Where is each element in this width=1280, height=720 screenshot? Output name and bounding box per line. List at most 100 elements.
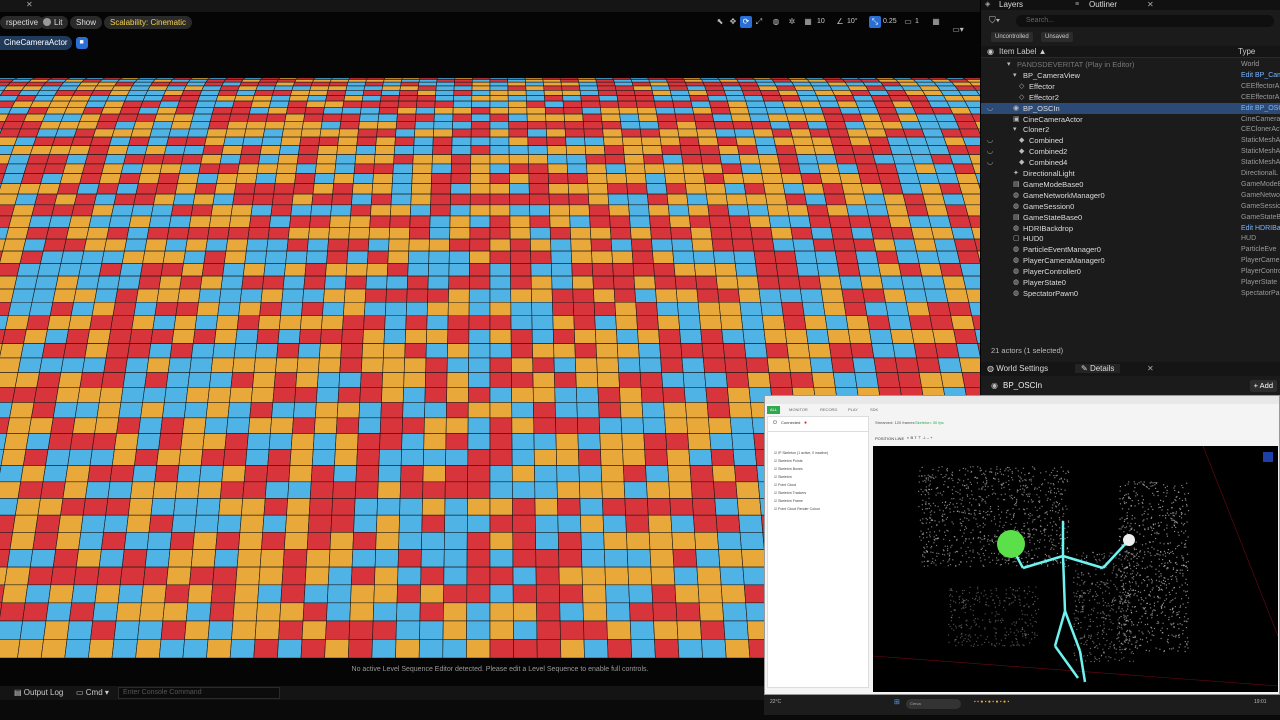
- row-type: SpectatorPa: [1241, 289, 1280, 297]
- world-icon[interactable]: ◍: [770, 16, 782, 28]
- translate-icon[interactable]: ✥: [727, 16, 739, 28]
- tab-world-settings[interactable]: ◍ World Settings: [987, 364, 1048, 373]
- outliner-row[interactable]: ◍ ParticleEventManager0 ParticleEve: [981, 244, 1280, 255]
- grid-snap-icon[interactable]: ▦: [802, 16, 814, 28]
- skeleton-list-item[interactable]: ☑ IP Skeleton (1 active, 0 inactive): [774, 451, 828, 455]
- outliner-row[interactable]: ▾ Cloner2 CEClonerAct: [981, 124, 1280, 135]
- item-label-column[interactable]: Item Label ▲: [999, 47, 1047, 56]
- scale-snap-value[interactable]: 0.25: [883, 16, 897, 28]
- connect-label[interactable]: Connected: [781, 420, 800, 425]
- show-button[interactable]: Show: [70, 16, 103, 29]
- outliner-row[interactable]: ◍ SpectatorPawn0 SpectatorPa: [981, 288, 1280, 299]
- close-icon[interactable]: ✕: [26, 0, 33, 9]
- grid-snap-value[interactable]: 10: [817, 16, 825, 28]
- output-log-button[interactable]: ▤ Output Log: [14, 687, 63, 699]
- search-input[interactable]: Search...: [1016, 15, 1274, 27]
- select-icon[interactable]: ⬉: [714, 16, 726, 28]
- skeleton-list-item[interactable]: ☑ Skeleton Trackers: [774, 491, 806, 495]
- record-icon[interactable]: ●: [804, 420, 807, 426]
- skeleton-list-item[interactable]: ☑ Point Cloud: [774, 483, 796, 487]
- angle-snap-icon[interactable]: ∠: [834, 16, 846, 28]
- row-type: StaticMeshA: [1241, 159, 1280, 167]
- scale-icon[interactable]: ⤢: [753, 16, 765, 28]
- close-details-icon[interactable]: ✕: [1147, 364, 1154, 373]
- camera-actor-pill[interactable]: CineCameraActor ■: [0, 36, 88, 50]
- outliner-row[interactable]: ▢ HUD0 HUD: [981, 233, 1280, 244]
- visibility-eye-icon[interactable]: ◡: [987, 103, 993, 114]
- weather-widget[interactable]: 22°C: [770, 699, 781, 705]
- skeleton-list-item[interactable]: ☑ Point Cloud Render Colour: [774, 507, 820, 511]
- plug-icon[interactable]: ⏻: [773, 420, 777, 426]
- app-tab[interactable]: PLAY: [845, 406, 861, 414]
- outliner-row[interactable]: ◡ ◆ Combined2 StaticMeshA: [981, 146, 1280, 157]
- camera-speed-value[interactable]: 1: [915, 16, 919, 28]
- outliner-row[interactable]: ◍GameSession0 GameSession: [981, 201, 1280, 212]
- row-type[interactable]: Edit BP_OSC: [1241, 103, 1280, 114]
- video-camera-icon[interactable]: ■: [75, 37, 88, 49]
- outliner-row[interactable]: ◍ GameNetworkManager0 GameNetwo: [981, 190, 1280, 201]
- app-tab[interactable]: MONITOR: [786, 406, 811, 414]
- visibility-eye-icon[interactable]: ◡: [987, 157, 993, 168]
- outliner-row[interactable]: ◇ Effector CEEffectorA: [981, 81, 1280, 92]
- app-tab[interactable]: RECORD: [817, 406, 840, 414]
- outliner-row[interactable]: ◍ PlayerController0 PlayerContro: [981, 266, 1280, 277]
- unsaved-button[interactable]: Unsaved: [1041, 32, 1073, 42]
- taskbar-search[interactable]: Cerca: [906, 699, 961, 709]
- windows-start-icon[interactable]: ⊞: [894, 698, 900, 706]
- outliner-row[interactable]: ▾ PANDSDEVERITAT (Play in Editor) World: [981, 59, 1280, 70]
- tab-details[interactable]: ✎ Details: [1075, 364, 1121, 373]
- perspective-button[interactable]: rspective: [0, 16, 45, 29]
- outliner-row[interactable]: ▤ GameModeBase0 GameModeB: [981, 179, 1280, 190]
- row-type[interactable]: Edit HDRIBa: [1241, 223, 1280, 234]
- list-item-label: Skeleton Bones: [778, 467, 803, 471]
- skeleton-list-item[interactable]: ☑ Skeleton Points: [774, 459, 802, 463]
- tab-outliner[interactable]: ≡ Outliner: [1071, 0, 1117, 10]
- angle-snap-value[interactable]: 10°: [847, 16, 858, 28]
- outliner-row[interactable]: ◍ PlayerCameraManager0 PlayerCame: [981, 255, 1280, 266]
- outliner-row[interactable]: ◇ Effector2 CEEffectorA: [981, 92, 1280, 103]
- list-item-label: IP Skeleton (1 active, 0 inactive): [778, 451, 829, 455]
- filter-icon[interactable]: ⛉▾: [989, 15, 1000, 26]
- outliner-row[interactable]: ▣CineCameraActor CineCameraA: [981, 114, 1280, 125]
- tool-icons[interactable]: ◐ B T ⊤ ⊥ ‒ +: [907, 435, 933, 440]
- row-type[interactable]: Edit BP_Cam: [1241, 70, 1280, 81]
- scalability-button[interactable]: Scalability: Cinematic: [104, 16, 193, 29]
- outliner-row[interactable]: ▤ GameStateBase0 GameStateB: [981, 212, 1280, 223]
- uncontrolled-button[interactable]: Uncontrolled: [991, 32, 1033, 42]
- row-label: CineCameraActor: [1023, 114, 1083, 124]
- camera-speed-icon[interactable]: ▭: [902, 16, 914, 28]
- row-type: World: [1241, 61, 1260, 68]
- outliner-row[interactable]: ✦ DirectionalLight DirectionalL: [981, 168, 1280, 179]
- outliner-row[interactable]: ◡ ◆ Combined4 StaticMeshA: [981, 157, 1280, 168]
- console-input[interactable]: Enter Console Command: [118, 687, 280, 699]
- app-tab[interactable]: ALL: [767, 406, 781, 414]
- outliner-row[interactable]: ◡ ◆ Combined StaticMeshA: [981, 135, 1280, 146]
- layout-icon[interactable]: ▭▾: [948, 24, 968, 36]
- row-label: HDRIBackdrop: [1023, 223, 1074, 233]
- app-tab[interactable]: SDK: [867, 406, 881, 414]
- outliner-row[interactable]: ◍ PlayerState0 PlayerState: [981, 277, 1280, 288]
- row-label: GameSession0: [1023, 201, 1075, 211]
- visibility-eye-icon[interactable]: ◡: [987, 135, 993, 146]
- skeleton-list-item[interactable]: ☑ Skeleton Bones: [774, 467, 803, 471]
- scale-snap-icon[interactable]: ⤡: [869, 16, 881, 28]
- taskbar-app-icons[interactable]: ▪ ▪ ● ▪ ● ▪ ● ▪ ● ▪: [974, 699, 1009, 705]
- tab-layers[interactable]: ◈ Layers: [981, 0, 1023, 10]
- point-cloud-view[interactable]: [873, 446, 1278, 692]
- lit-button[interactable]: Lit: [40, 16, 69, 29]
- outliner-row[interactable]: ◍ HDRIBackdrop Edit HDRIBa: [981, 223, 1280, 234]
- outliner-row[interactable]: ◡ ◉ BP_OSCIn Edit BP_OSC: [981, 102, 1280, 114]
- row-type: StaticMeshA: [1241, 137, 1280, 145]
- list-item-label: Skeleton Trackers: [778, 491, 807, 495]
- skeleton-list-item[interactable]: ☑ Skeleton: [774, 475, 792, 479]
- rotate-icon[interactable]: ⟳: [740, 16, 752, 28]
- outliner-row[interactable]: ▾ BP_CameraView Edit BP_Cam: [981, 70, 1280, 81]
- type-column[interactable]: Type: [1238, 47, 1255, 56]
- visibility-eye-icon[interactable]: ◡: [987, 146, 993, 157]
- skeleton-list-item[interactable]: ☑ Skeleton Frame: [774, 499, 803, 503]
- maximize-icon[interactable]: ▦: [930, 16, 942, 28]
- close-outliner-icon[interactable]: ✕: [1147, 0, 1154, 9]
- add-component-button[interactable]: + Add: [1249, 380, 1277, 392]
- surface-snap-icon[interactable]: ✲: [786, 16, 798, 28]
- cmd-button[interactable]: ▭ Cmd ▾: [76, 687, 109, 699]
